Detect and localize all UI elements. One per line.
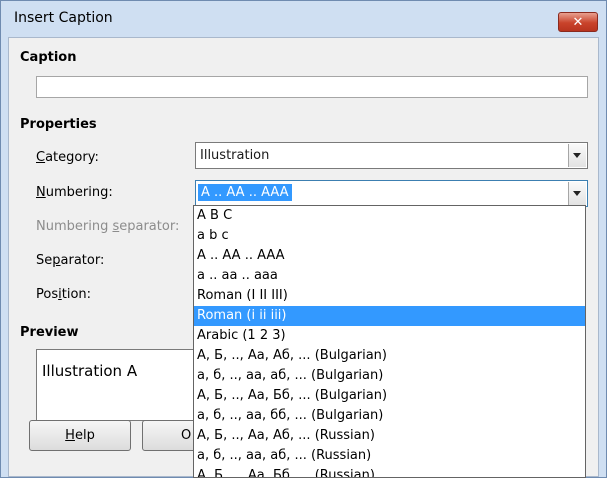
- numbering-value: A .. AA .. AAA: [198, 184, 292, 201]
- preview-text: Illustration A: [42, 362, 138, 380]
- numbering-option[interactable]: А, Б, .., Аа, Аб, ... (Bulgarian): [194, 346, 585, 366]
- numbering-option[interactable]: А, Б, .., Аа, Бб, ... (Bulgarian): [194, 386, 585, 406]
- numbering-option[interactable]: А, Б, .., Аа, Аб, ... (Russian): [194, 426, 585, 446]
- preview-section-label: Preview: [20, 325, 79, 340]
- title-bar[interactable]: Insert Caption ✕: [1, 1, 606, 35]
- chevron-down-icon: [573, 191, 581, 196]
- numbering-option[interactable]: a b c: [194, 226, 585, 246]
- help-button[interactable]: Help: [29, 420, 131, 451]
- chevron-down-icon: [573, 153, 581, 158]
- numbering-option[interactable]: А, Б, .., Аа, Бб, ... (Russian): [194, 466, 585, 477]
- close-button[interactable]: ✕: [558, 12, 598, 32]
- window-title: Insert Caption: [14, 10, 113, 26]
- numbering-dropdown-list[interactable]: A B Ca b cA .. AA .. AAA a .. aa .. aaa Ro…: [193, 205, 586, 478]
- numbering-option[interactable]: а, б, .., аа, аб, ... (Bulgarian): [194, 366, 585, 386]
- numbering-option[interactable]: Roman (I II III): [194, 286, 585, 306]
- numbering-option[interactable]: A B C: [194, 206, 585, 226]
- caption-input[interactable]: [36, 76, 588, 98]
- category-label: Category:: [36, 150, 99, 165]
- properties-section-label: Properties: [20, 117, 97, 132]
- numbering-option[interactable]: a .. aa .. aaa: [194, 266, 585, 286]
- numbering-label: Numbering:: [36, 185, 113, 200]
- separator-label: Separator:: [36, 253, 105, 268]
- numbering-option[interactable]: а, б, .., аа, бб, ... (Bulgarian): [194, 406, 585, 426]
- category-dropdown-button[interactable]: [568, 144, 586, 167]
- numbering-separator-label: Numbering separator:: [36, 219, 180, 234]
- numbering-option[interactable]: A .. AA .. AAA: [194, 246, 585, 266]
- category-value: Illustration: [200, 148, 270, 163]
- numbering-option[interactable]: Roman (i ii iii): [194, 306, 585, 326]
- numbering-option[interactable]: а, б, .., аа, аб, ... (Russian): [194, 446, 585, 466]
- category-select[interactable]: Illustration: [195, 142, 588, 169]
- close-icon: ✕: [572, 15, 584, 30]
- position-label: Position:: [36, 287, 92, 302]
- numbering-dropdown-button[interactable]: [568, 182, 586, 205]
- preview-box: Illustration A: [36, 349, 206, 421]
- numbering-option[interactable]: Arabic (1 2 3): [194, 326, 585, 346]
- numbering-select[interactable]: A .. AA .. AAA: [195, 180, 588, 207]
- caption-section-label: Caption: [20, 50, 77, 65]
